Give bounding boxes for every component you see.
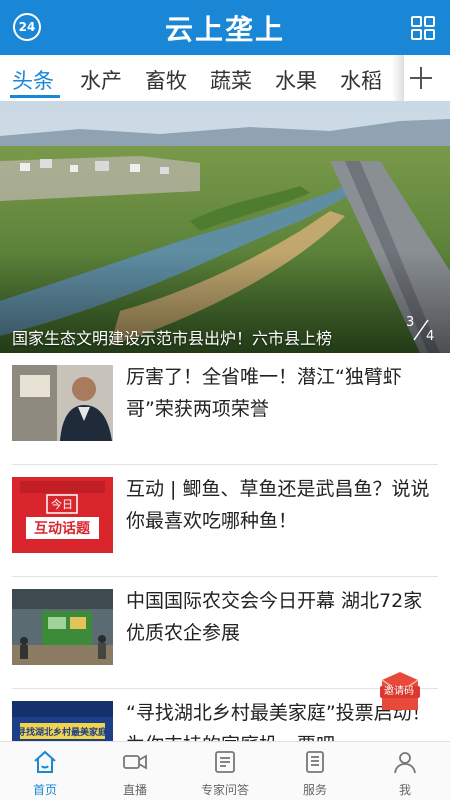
news-title[interactable]: 互动 | 鲫鱼、草鱼还是武昌鱼？说说你最喜欢吃哪种鱼！	[126, 473, 436, 537]
user-icon	[394, 752, 416, 774]
nav-label: 服务	[302, 783, 327, 797]
news-thumbnail: 今日 互动话题	[12, 477, 113, 553]
hero-caption[interactable]: 国家生态文明建设示范市县出炉！六市县上榜	[12, 325, 332, 349]
news-item[interactable]: 厉害了！全省唯一！潜江“独臂虾哥”荣获两项荣誉	[0, 353, 450, 465]
nav-label: 专家问答	[200, 783, 249, 797]
tab-headlines[interactable]: 头条	[12, 65, 54, 95]
nav-label: 我	[398, 783, 411, 797]
nav-expert-qa[interactable]: 专家问答	[180, 742, 270, 800]
app-header: 24 云上垄上	[0, 0, 450, 55]
tab-livestock[interactable]: 畜牧	[145, 65, 187, 95]
tab-vegetables[interactable]: 蔬菜	[210, 65, 252, 95]
hero-carousel[interactable]: 国家生态文明建设示范市县出炉！六市县上榜 3 4	[0, 101, 450, 353]
tab-aquatic[interactable]: 水产	[80, 65, 122, 95]
tab-rice[interactable]: 水稻	[340, 65, 382, 95]
nav-live[interactable]: 直播	[90, 742, 180, 800]
service-document-icon	[306, 751, 324, 773]
carousel-page-indicator: 3 4	[404, 315, 440, 345]
tab-fruit[interactable]: 水果	[275, 65, 317, 95]
nav-label: 直播	[122, 783, 147, 797]
home-icon	[34, 750, 56, 773]
thumb-campaign-text: 寻找湖北乡村最美家庭	[17, 726, 108, 738]
bottom-navigation: 首页 直播 专家问答 服务 我	[0, 741, 450, 800]
active-tab-indicator	[10, 95, 60, 98]
tab-fade	[392, 55, 404, 101]
hero-image	[0, 101, 450, 353]
video-camera-icon	[123, 754, 147, 770]
qa-document-icon	[215, 751, 235, 773]
news-thumbnail	[12, 589, 113, 665]
grid-menu-icon[interactable]	[411, 16, 435, 40]
news-thumbnail	[12, 365, 113, 441]
category-tabs: 头条 水产 畜牧 蔬菜 水果 水稻	[0, 55, 450, 101]
nav-label: 首页	[32, 783, 57, 797]
app-title: 云上垄上	[164, 13, 285, 46]
news-item[interactable]: 今日 互动话题 互动 | 鲫鱼、草鱼还是武昌鱼？说说你最喜欢吃哪种鱼！	[0, 465, 450, 577]
thumb-topic-text: 互动话题	[34, 520, 91, 537]
news-title[interactable]: 中国国际农交会今日开幕 湖北72家优质农企参展	[126, 585, 436, 649]
thumb-today-text: 今日	[51, 497, 73, 511]
news-title[interactable]: 厉害了！全省唯一！潜江“独臂虾哥”荣获两项荣誉	[126, 361, 436, 425]
carousel-total-pages: 4	[426, 329, 435, 344]
invite-code-label[interactable]: 邀请码	[384, 682, 414, 697]
add-tab-icon[interactable]	[408, 65, 434, 91]
nav-service[interactable]: 服务	[270, 742, 360, 800]
nav-home[interactable]: 首页	[0, 742, 90, 800]
nav-me[interactable]: 我	[360, 742, 450, 800]
